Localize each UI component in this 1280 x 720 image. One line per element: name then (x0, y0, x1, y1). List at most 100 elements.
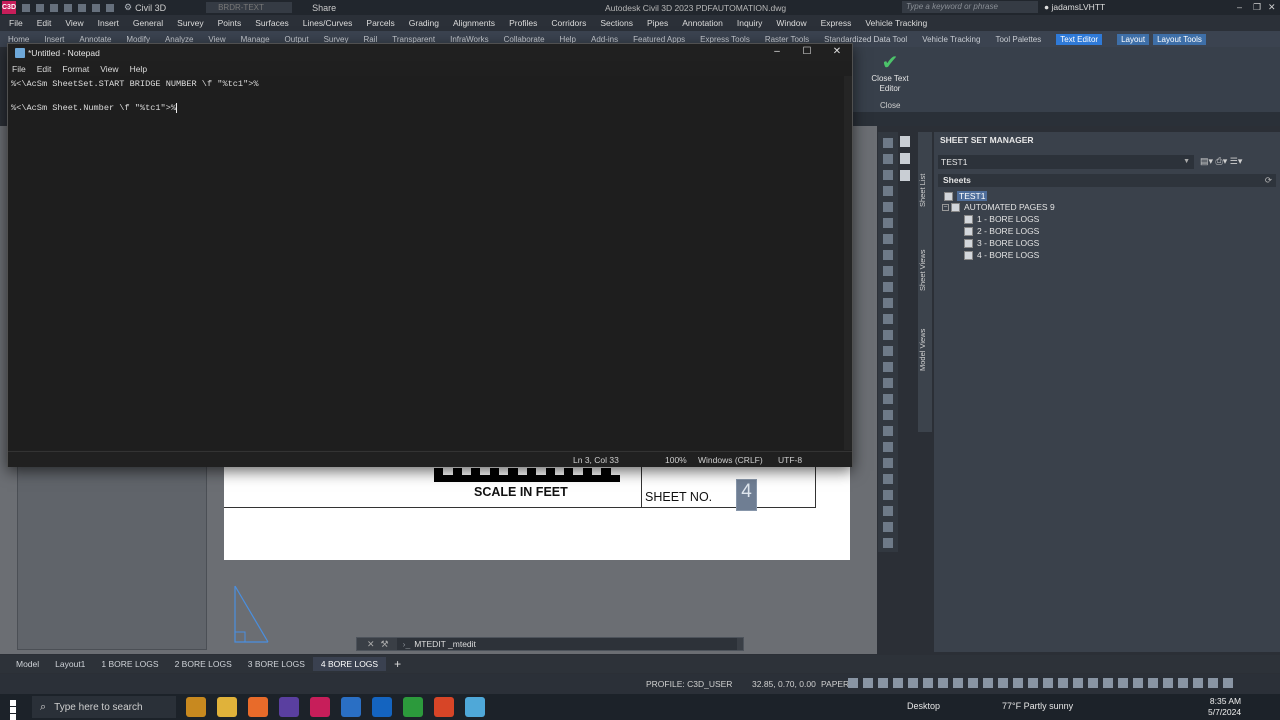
briefcase-icon[interactable] (186, 697, 206, 717)
layers-icon[interactable] (900, 170, 910, 181)
palette-tool-icon[interactable] (883, 186, 893, 196)
new-icon[interactable] (22, 3, 30, 12)
menu-item-lines-curves[interactable]: Lines/Curves (303, 18, 353, 28)
c-app-red-icon[interactable] (434, 697, 454, 717)
layout-tab-4-bore-logs[interactable]: 4 BORE LOGS (312, 657, 387, 671)
status-toggle-icon[interactable] (1058, 678, 1068, 688)
plot-icon[interactable]: ⎙▾ (1216, 156, 1228, 166)
firefox-icon[interactable] (248, 697, 268, 717)
status-toggle-icon[interactable] (998, 678, 1008, 688)
ribbon-tab-tool-palettes[interactable]: Tool Palettes (995, 35, 1041, 44)
menu-item-express[interactable]: Express (821, 18, 852, 28)
notepad-menu-edit[interactable]: Edit (37, 64, 52, 76)
menu-item-inquiry[interactable]: Inquiry (737, 18, 763, 28)
tab-model-views[interactable]: Model Views (918, 326, 932, 374)
notepad-menu-help[interactable]: Help (130, 64, 147, 76)
status-toggle-icon[interactable] (1073, 678, 1083, 688)
c-app-icon[interactable] (403, 697, 423, 717)
ribbon-tab-text-editor[interactable]: Text Editor (1056, 33, 1103, 45)
status-toggle-icon[interactable] (1118, 678, 1128, 688)
maximize-button[interactable]: ☐ (793, 46, 821, 57)
palette-tool-icon[interactable] (883, 410, 893, 420)
print-icon[interactable] (900, 153, 910, 164)
status-toggle-icon[interactable] (893, 678, 903, 688)
notepad-menu-format[interactable]: Format (62, 64, 89, 76)
app-close-button[interactable]: ✕ (1268, 2, 1276, 13)
status-toggle-icon[interactable] (1028, 678, 1038, 688)
viewport-panel[interactable] (17, 466, 207, 650)
menu-item-general[interactable]: General (133, 18, 163, 28)
close-button[interactable]: ✕ (823, 46, 851, 57)
teams-icon[interactable] (279, 697, 299, 717)
palette-tool-icon[interactable] (883, 522, 893, 532)
palette-tool-icon[interactable] (883, 266, 893, 276)
palette-tool-icon[interactable] (883, 218, 893, 228)
publish-icon[interactable]: ▤▾ (1200, 156, 1213, 166)
tab-sheet-views[interactable]: Sheet Views (918, 248, 932, 292)
palette-tool-icon[interactable] (883, 138, 893, 148)
status-toggle-icon[interactable] (878, 678, 888, 688)
clock[interactable]: 8:35 AM 5/7/2024 (1208, 696, 1241, 718)
add-layout-icon[interactable]: + (386, 655, 409, 673)
menu-item-vehicle-tracking[interactable]: Vehicle Tracking (865, 18, 927, 28)
menu-item-window[interactable]: Window (776, 18, 806, 28)
palette-tool-icon[interactable] (883, 538, 893, 548)
command-line[interactable]: ✕ ⚒ ›_ MTEDIT _mtedit (356, 637, 744, 651)
menu-item-edit[interactable]: Edit (37, 18, 52, 28)
menu-item-corridors[interactable]: Corridors (551, 18, 586, 28)
status-toggle-icon[interactable] (983, 678, 993, 688)
windows-start-icon[interactable] (10, 700, 23, 720)
notepad-menu-view[interactable]: View (100, 64, 118, 76)
layout-tab-1-bore-logs[interactable]: 1 BORE LOGS (93, 657, 166, 671)
taskbar-search[interactable]: ⌕ Type here to search (32, 696, 176, 718)
menu-item-parcels[interactable]: Parcels (366, 18, 394, 28)
palette-tool-icon[interactable] (883, 362, 893, 372)
palette-tool-icon[interactable] (883, 506, 893, 516)
weather-widget[interactable]: 77°F Partly sunny (1002, 701, 1073, 711)
palette-tool-icon[interactable] (883, 426, 893, 436)
status-toggle-icon[interactable] (1178, 678, 1188, 688)
status-toggle-icon[interactable] (1043, 678, 1053, 688)
layout-tab-layout1[interactable]: Layout1 (47, 657, 93, 671)
user-account[interactable]: ● jadamsLVHTT (1044, 2, 1105, 12)
save-icon[interactable] (50, 3, 58, 12)
autocad-map-icon[interactable] (341, 697, 361, 717)
status-toggle-icon[interactable] (1103, 678, 1113, 688)
status-toggle-icon[interactable] (1148, 678, 1158, 688)
palette-tool-icon[interactable] (883, 474, 893, 484)
workspace-selector[interactable]: ⚙ Civil 3D (124, 2, 166, 13)
tree-node-subset[interactable]: – AUTOMATED PAGES 9 (942, 201, 1055, 213)
menu-item-profiles[interactable]: Profiles (509, 18, 537, 28)
redo-icon[interactable] (106, 3, 114, 12)
status-toggle-icon[interactable] (1133, 678, 1143, 688)
status-toggle-icon[interactable] (938, 678, 948, 688)
ribbon-tab-layout-tools[interactable]: Layout Tools (1153, 33, 1206, 45)
sheet-icon[interactable] (900, 136, 910, 147)
status-toggle-icon[interactable] (1223, 678, 1233, 688)
status-toggle-icon[interactable] (863, 678, 873, 688)
palette-tool-icon[interactable] (883, 298, 893, 308)
palette-tool-icon[interactable] (883, 170, 893, 180)
status-toggle-icon[interactable] (1088, 678, 1098, 688)
minimize-button[interactable]: – (763, 46, 791, 57)
menu-item-insert[interactable]: Insert (98, 18, 119, 28)
status-toggle-icon[interactable] (923, 678, 933, 688)
file-explorer-icon[interactable] (217, 697, 237, 717)
tab-sheet-list[interactable]: Sheet List (918, 172, 932, 208)
ribbon-tab-vehicle-tracking[interactable]: Vehicle Tracking (922, 35, 980, 44)
status-toggle-icon[interactable] (848, 678, 858, 688)
status-toggle-icon[interactable] (1013, 678, 1023, 688)
menu-item-sections[interactable]: Sections (600, 18, 633, 28)
close-icon[interactable]: ✕ (367, 639, 375, 650)
sheet-set-dropdown[interactable]: TEST1 ▼ (938, 155, 1194, 169)
app-minimize-button[interactable]: – (1237, 2, 1242, 12)
close-text-editor-button[interactable]: ✔ Close Text Editor (868, 52, 912, 94)
save-as-icon[interactable] (64, 3, 72, 12)
tree-node-sheet[interactable]: 2 - BORE LOGS (964, 225, 1039, 237)
outlook-icon[interactable] (372, 697, 392, 717)
command-input[interactable]: ›_ MTEDIT _mtedit (396, 638, 737, 650)
palette-tool-icon[interactable] (883, 282, 893, 292)
menu-item-alignments[interactable]: Alignments (453, 18, 495, 28)
palette-tool-icon[interactable] (883, 490, 893, 500)
wrench-icon[interactable]: ⚒ (381, 639, 389, 650)
